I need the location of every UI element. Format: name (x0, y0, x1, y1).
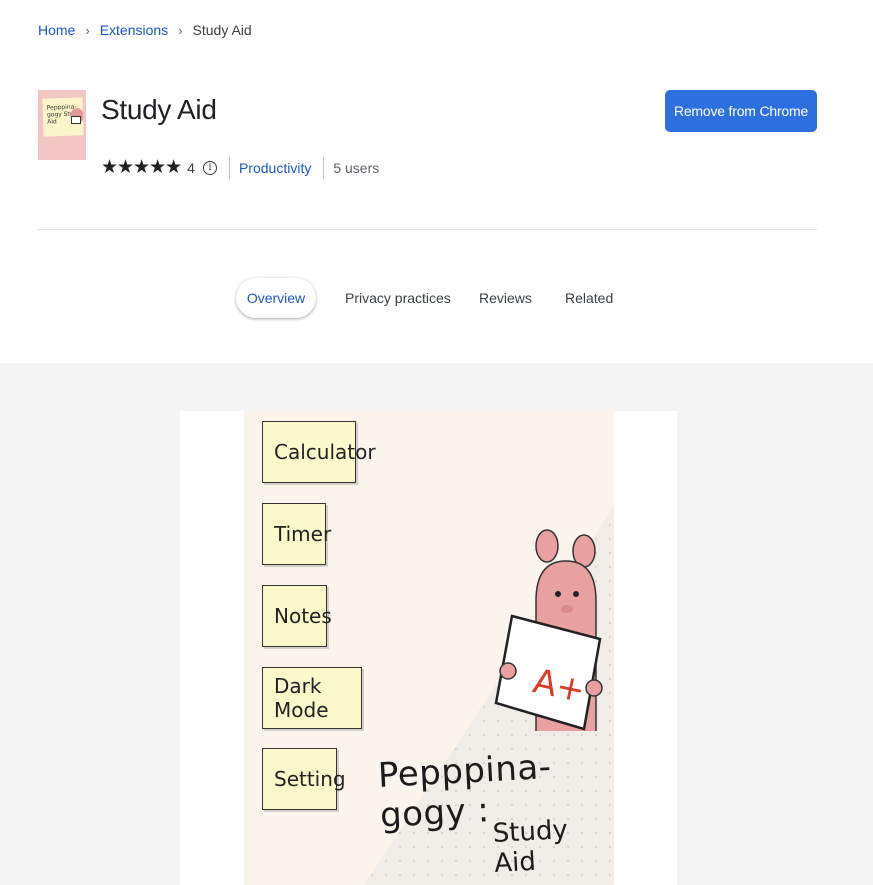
user-count: 5 users (333, 159, 380, 176)
tab-overview[interactable]: Overview (236, 278, 316, 318)
breadcrumb-current: Study Aid (192, 22, 252, 38)
category-link[interactable]: Productivity (239, 160, 311, 176)
feature-notes: Notes (262, 585, 332, 647)
info-icon[interactable]: i (202, 160, 217, 175)
card-icon (71, 116, 81, 124)
tab-bar: Overview Privacy practices Reviews Relat… (0, 278, 873, 318)
screenshot-gallery: A+ Calculator Timer Notes Dark Mode Sett… (0, 363, 873, 885)
meta-divider (323, 156, 325, 179)
breadcrumb-extensions-link[interactable]: Extensions (100, 22, 168, 38)
screenshot-frame[interactable]: A+ Calculator Timer Notes Dark Mode Sett… (180, 411, 677, 885)
breadcrumb: Home › Extensions › Study Aid (38, 22, 252, 38)
meta-divider (228, 156, 230, 179)
extension-title: Study Aid (101, 94, 217, 125)
rating-count[interactable]: 4 (187, 160, 195, 176)
feature-calculator: Calculator (262, 421, 376, 483)
star-rating-icon: ★★★★★ (101, 157, 182, 178)
remove-from-chrome-button[interactable]: Remove from Chrome (665, 90, 817, 132)
section-divider (38, 229, 817, 230)
feature-timer: Timer (262, 503, 331, 565)
tab-reviews[interactable]: Reviews (479, 278, 532, 318)
tab-privacy-practices[interactable]: Privacy practices (345, 278, 451, 318)
feature-setting: Setting (262, 748, 346, 810)
promo-artwork: A+ Calculator Timer Notes Dark Mode Sett… (244, 411, 614, 885)
extension-icon: Pepppina-gogy Study Aid (38, 90, 86, 160)
feature-dark-mode: Dark Mode (262, 667, 362, 729)
breadcrumb-home-link[interactable]: Home (38, 22, 75, 38)
promo-caption-subtitle: Study Aid (492, 815, 569, 879)
tab-related[interactable]: Related (565, 278, 613, 318)
chevron-right-icon: › (178, 22, 183, 38)
extension-meta: ★★★★★ 4 i Productivity 5 users (101, 156, 379, 179)
chevron-right-icon: › (85, 22, 90, 38)
